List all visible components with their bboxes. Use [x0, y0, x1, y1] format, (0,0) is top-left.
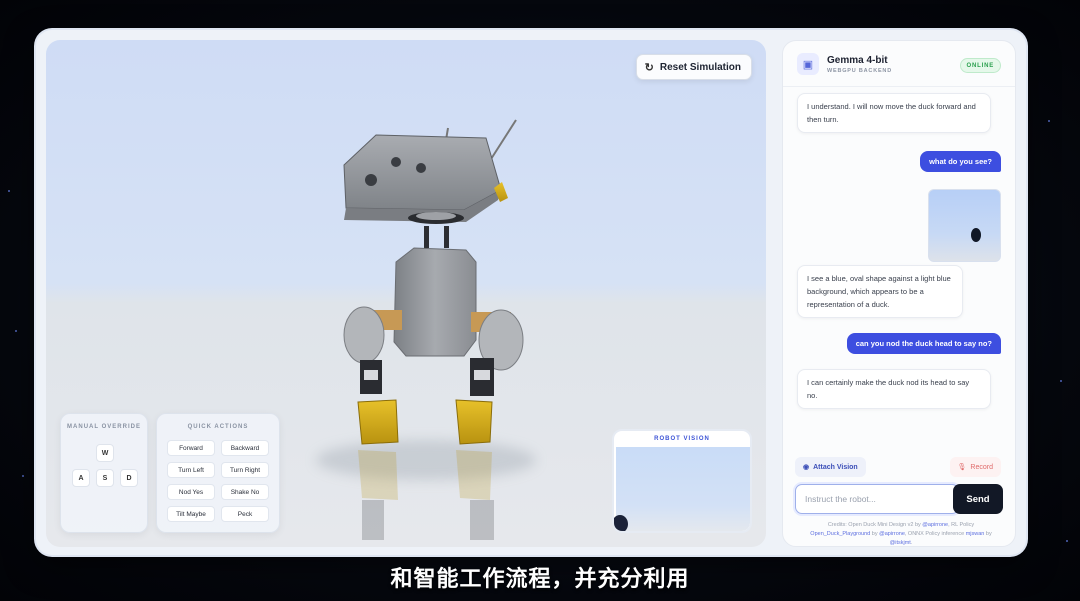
- credits-link[interactable]: mjswan: [966, 531, 985, 537]
- reset-simulation-label: Reset Simulation: [659, 61, 741, 73]
- chat-message-user: can you nod the duck head to say no?: [846, 333, 1001, 354]
- turn-left-button[interactable]: Turn Left: [167, 462, 215, 478]
- robot-vision-title: ROBOT VISION: [654, 436, 710, 442]
- quick-actions-panel: QUICK ACTIONS Forward Backward Turn Left…: [156, 413, 280, 533]
- chat-message-user: what do you see?: [920, 151, 1001, 172]
- credits: Credits: Open Duck Mini Design v2 by @ap…: [799, 521, 1003, 546]
- credits-text: by: [870, 531, 880, 537]
- chat-message-bot: I see a blue, oval shape against a light…: [797, 265, 963, 318]
- key-w[interactable]: W: [96, 444, 114, 462]
- camera-icon: ◉: [803, 464, 810, 471]
- chat-header: ▣ Gemma 4-bit WEBGPU BACKEND ONLINE: [783, 41, 1015, 87]
- quick-actions-title: QUICK ACTIONS: [187, 424, 249, 430]
- model-name: Gemma 4-bit: [827, 55, 888, 66]
- forward-button[interactable]: Forward: [167, 440, 215, 456]
- tilt-maybe-button[interactable]: Tilt Maybe: [167, 506, 215, 522]
- robot-icon: ▣: [797, 53, 819, 75]
- record-label: Record: [970, 463, 993, 471]
- credits-text: , RL Policy: [948, 522, 975, 528]
- refresh-icon: ↻: [644, 61, 654, 74]
- key-d[interactable]: D: [120, 469, 138, 487]
- credits-link[interactable]: @itskjmt: [890, 540, 911, 546]
- credits-link[interactable]: @apirrone: [879, 531, 905, 537]
- attached-vision-image[interactable]: [928, 189, 1001, 262]
- status-badge: ONLINE: [959, 58, 1001, 73]
- chat-message-bot: I can certainly make the duck nod its he…: [797, 369, 991, 409]
- key-a[interactable]: A: [72, 469, 90, 487]
- app-window: ↻ Reset Simulation MANUAL OVERRIDE W A S…: [36, 30, 1026, 555]
- key-s[interactable]: S: [96, 469, 114, 487]
- credits-text: by: [984, 531, 992, 537]
- nod-yes-button[interactable]: Nod Yes: [167, 484, 215, 500]
- instruct-input[interactable]: [795, 484, 959, 514]
- manual-override-panel: MANUAL OVERRIDE W A S D: [60, 413, 148, 533]
- video-subtitle: 和智能工作流程，并充分利用: [390, 566, 690, 591]
- attach-vision-label: Attach Vision: [813, 463, 858, 471]
- reset-simulation-button[interactable]: ↻ Reset Simulation: [635, 54, 752, 80]
- microphone-icon: 🎙: [957, 464, 967, 471]
- chat-message-bot: I understand. I will now move the duck f…: [797, 93, 991, 133]
- shake-no-button[interactable]: Shake No: [221, 484, 269, 500]
- record-button[interactable]: 🎙 Record: [949, 457, 1001, 477]
- backward-button[interactable]: Backward: [221, 440, 269, 456]
- credits-text: , ONNX Policy inference: [904, 531, 966, 537]
- credits-link[interactable]: @apirrone: [922, 522, 948, 528]
- turn-right-button[interactable]: Turn Right: [221, 462, 269, 478]
- manual-override-title: MANUAL OVERRIDE: [67, 424, 141, 430]
- robot-vision-feed: [614, 447, 750, 531]
- simulation-viewport[interactable]: ↻ Reset Simulation MANUAL OVERRIDE W A S…: [46, 40, 766, 547]
- model-backend: WEBGPU BACKEND: [827, 68, 892, 74]
- credits-link[interactable]: Open_Duck_Playground: [810, 531, 870, 537]
- chat-panel: ▣ Gemma 4-bit WEBGPU BACKEND ONLINE I un…: [782, 40, 1016, 547]
- credits-text: .: [910, 540, 913, 546]
- send-button[interactable]: Send: [953, 484, 1003, 514]
- peck-button[interactable]: Peck: [221, 506, 269, 522]
- robot-vision-panel: ROBOT VISION: [612, 429, 752, 533]
- credits-text: Credits: Open Duck Mini Design v2 by: [827, 522, 923, 528]
- attach-vision-button[interactable]: ◉ Attach Vision: [795, 457, 866, 477]
